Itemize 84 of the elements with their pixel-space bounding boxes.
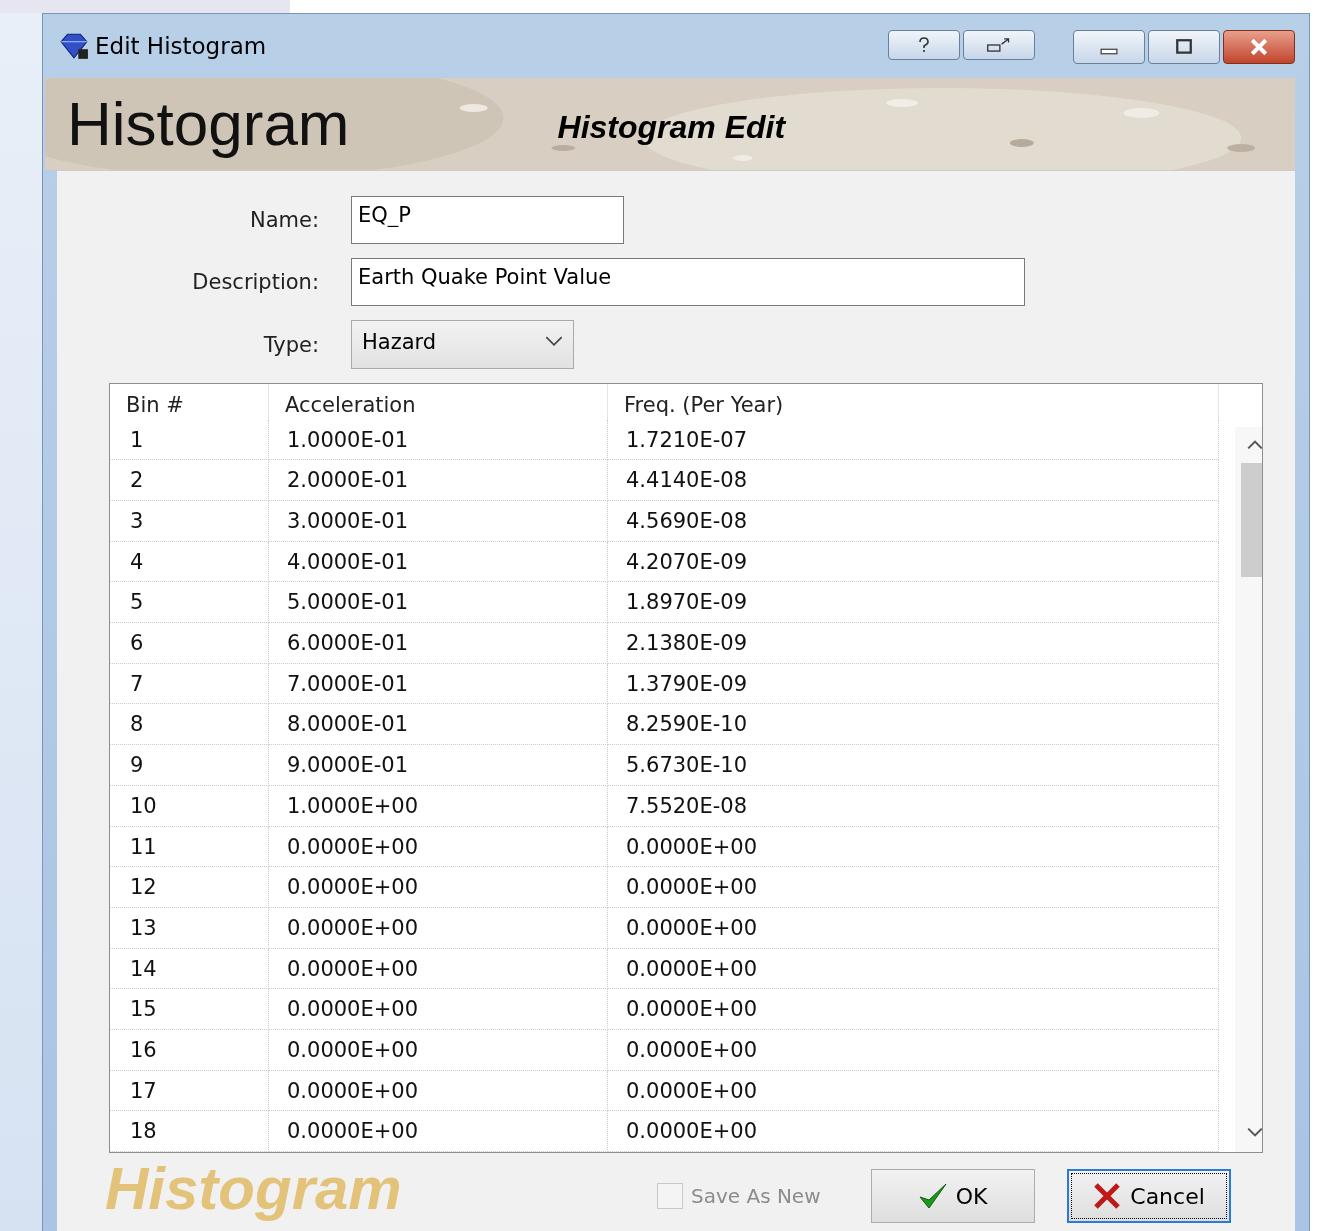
table-cell: 2.1380E-09: [608, 623, 1219, 664]
ok-button[interactable]: OK: [870, 1169, 1035, 1223]
table-cell: 9: [110, 745, 269, 786]
table-cell: 0.0000E+00: [269, 1111, 608, 1152]
table-cell: 0.0000E+00: [608, 826, 1219, 868]
table-cell: 0.0000E+00: [608, 867, 1219, 908]
table-cell: 4.4140E-08: [608, 460, 1219, 501]
table-cell: 0.0000E+00: [269, 948, 608, 990]
table-cell: 7.0000E-01: [269, 663, 608, 705]
table-cell: 6.0000E-01: [269, 623, 608, 664]
name-field[interactable]: EQ_P: [351, 196, 624, 244]
table-cell: 0.0000E+00: [608, 1070, 1219, 1112]
table-cell: 15: [110, 989, 269, 1030]
table-cell: 1: [110, 419, 269, 461]
table-cell: 9.0000E-01: [269, 745, 608, 786]
table-cell: 10: [110, 785, 269, 827]
table-cell: 1.0000E-01: [269, 419, 608, 461]
table-cell: 12: [110, 867, 269, 908]
table-cell: 0.0000E+00: [608, 948, 1219, 990]
table-cell: 0.0000E+00: [608, 1029, 1219, 1071]
table-cell: 5: [110, 582, 269, 624]
table-cell: 1.7210E-07: [608, 419, 1219, 461]
table-cell: 0.0000E+00: [269, 907, 608, 949]
table-cell: 2: [110, 460, 269, 501]
table-cell: 0.0000E+00: [269, 1070, 608, 1112]
table-cell: 1.3790E-09: [608, 663, 1219, 705]
check-icon: [917, 1182, 948, 1210]
table-cell: 17: [110, 1070, 269, 1112]
minimize-icon: [1100, 47, 1118, 55]
background-title: Histogram: [105, 1159, 402, 1219]
table-cell: 7: [110, 663, 269, 705]
table-cell: 2.0000E-01: [269, 460, 608, 501]
maximize-button[interactable]: [1148, 30, 1220, 64]
table-cell: 4.5690E-08: [608, 501, 1219, 542]
table-cell: 0.0000E+00: [608, 989, 1219, 1030]
description-field[interactable]: Earth Quake Point Value: [351, 258, 1025, 306]
table-cell: 11: [110, 826, 269, 868]
table-cell: 8.2590E-10: [608, 704, 1219, 746]
diamond-icon: [59, 32, 89, 60]
table-cell: 0.0000E+00: [608, 907, 1219, 949]
chevron-down-icon: [545, 336, 563, 347]
table-cell: 8.0000E-01: [269, 704, 608, 746]
type-label: Type:: [262, 332, 319, 357]
column-header[interactable]: Freq. (Per Year): [608, 384, 1219, 420]
table-cell: 4.0000E-01: [269, 541, 608, 583]
table-cell: 5.6730E-10: [608, 745, 1219, 786]
scrollbar-thumb[interactable]: [1241, 463, 1262, 577]
table-cell: 0.0000E+00: [269, 1029, 608, 1071]
table-cell: 3.0000E-01: [269, 501, 608, 542]
table-cell: 1.0000E+00: [269, 785, 608, 827]
table-cell: 0.0000E+00: [269, 826, 608, 868]
window-title: Edit Histogram: [95, 33, 267, 59]
table-cell: 1.8970E-09: [608, 582, 1219, 624]
column-header[interactable]: Acceleration: [269, 384, 608, 420]
column-header[interactable]: Bin #: [110, 384, 269, 420]
name-label: Name:: [248, 208, 319, 232]
help-button[interactable]: [888, 30, 960, 60]
table-cell: 0.0000E+00: [608, 1111, 1219, 1152]
table-cell: 3: [110, 501, 269, 542]
table-cell: 4: [110, 541, 269, 583]
table-cell: 18: [110, 1111, 269, 1152]
table-cell: 7.5520E-08: [608, 785, 1219, 827]
chevron-down-icon: [1246, 1126, 1262, 1138]
checkbox-label: Save As New: [691, 1184, 821, 1208]
table-cell: 0.0000E+00: [269, 989, 608, 1030]
table-cell: 14: [110, 948, 269, 990]
description-label: Description:: [191, 270, 319, 294]
close-button[interactable]: [1223, 30, 1295, 64]
x-icon: [1092, 1182, 1123, 1210]
table-cell: 0.0000E+00: [269, 867, 608, 908]
table-cell: 13: [110, 907, 269, 949]
resize-button[interactable]: [963, 30, 1035, 60]
window-icon: [986, 36, 1012, 54]
help-icon: [918, 36, 930, 54]
cancel-button[interactable]: Cancel: [1066, 1169, 1231, 1223]
table-cell: 8: [110, 704, 269, 746]
chevron-up-icon: [1246, 439, 1262, 451]
banner-subtitle: Histogram Edit: [557, 108, 786, 146]
table-cell: 4.2070E-09: [608, 541, 1219, 583]
type-dropdown[interactable]: Hazard: [351, 320, 574, 369]
table-cell: 5.0000E-01: [269, 582, 608, 624]
table-cell: 6: [110, 623, 269, 664]
minimize-button[interactable]: [1073, 30, 1145, 64]
table-cell: 16: [110, 1029, 269, 1071]
